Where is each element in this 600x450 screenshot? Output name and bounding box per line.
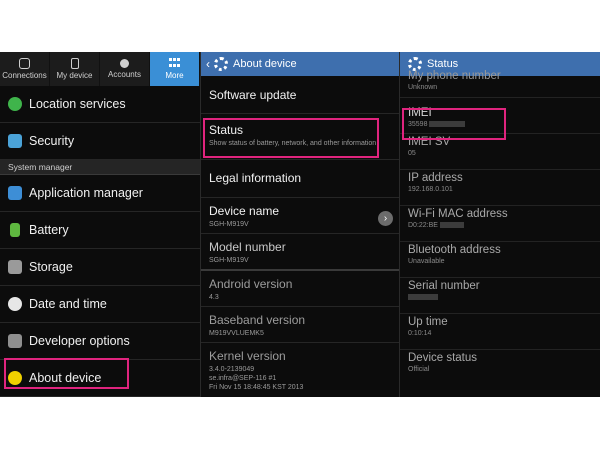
redacted-bar [408,294,438,301]
tab-accounts[interactable]: Accounts [100,52,150,86]
connections-icon [19,58,30,69]
highlight-about-device [4,358,129,389]
menu-item-date-and-time[interactable]: Date and time [0,286,200,323]
item-android-version: Android version 4.3 [201,271,399,307]
tab-more[interactable]: More [150,52,200,86]
item-subtitle: Fri Nov 15 18:48:45 KST 2013 [209,384,304,391]
item-title: Device status [408,352,478,364]
item-title: Wi-Fi MAC address [408,208,508,220]
lock-icon [8,134,22,148]
item-up-time: Up time 0:10:14 [400,314,600,350]
item-legal-information[interactable]: Legal information [201,160,399,198]
item-baseband-version: Baseband version M919VVLUEMK5 [201,307,399,343]
item-title: Android version [209,277,293,291]
tab-label: Accounts [108,70,141,79]
item-title: Software update [209,88,297,102]
item-kernel-version: Kernel version 3.4.0-2139049 se.infra@SE… [201,343,399,391]
item-subtitle: SGH-M919V [209,221,249,228]
chevron-right-icon[interactable]: › [378,211,393,226]
item-title: Baseband version [209,313,306,327]
tab-label: Connections [2,71,47,80]
item-subtitle: 192.168.0.101 [408,186,453,193]
menu-item-label: Storage [29,260,73,274]
about-device-panel: ‹ About device Software update Status Sh… [201,52,399,397]
menu-item-security[interactable]: Security [0,123,200,160]
item-subtitle: Official [408,366,430,373]
menu-item-application-manager[interactable]: Application manager [0,175,200,212]
settings-tab-bar: Connections My device Accounts More [0,52,200,86]
menu-item-location-services[interactable]: Location services [0,86,200,123]
item-subtitle: Unknown [408,84,438,91]
item-title: IP address [408,172,463,184]
item-wifi-mac-address: Wi-Fi MAC address D0:22:BE [400,206,600,242]
item-device-status: Device status Official [400,350,600,386]
item-subtitle: D0:22:BE [408,222,592,229]
item-title: Bluetooth address [408,244,501,256]
tab-label: More [165,71,184,80]
back-chevron-icon[interactable]: ‹ [206,57,210,71]
menu-item-battery[interactable]: Battery [0,212,200,249]
clock-icon [8,297,22,311]
highlight-imei [402,108,506,140]
item-subtitle: 4.3 [209,294,219,301]
item-serial-number: Serial number [400,278,600,314]
grid-icon [169,58,180,69]
item-subtitle: Unavailable [408,258,445,265]
item-subtitle: 05 [408,150,416,157]
item-title: My phone number [408,70,501,82]
menu-item-label: Date and time [29,297,107,311]
item-subtitle: 3.4.0-2139049 [209,366,255,373]
item-subtitle: 0:10:14 [408,330,432,337]
status-panel: Status My phone number Unknown IMEI 3559… [400,52,600,397]
menu-item-label: Location services [29,97,126,111]
screenshot-frame: Connections My device Accounts More Loca… [0,52,600,397]
menu-item-label: Application manager [29,186,143,200]
page-title: Status [427,58,459,70]
item-software-update[interactable]: Software update [201,76,399,114]
item-subtitle: SGH-M919V [209,257,249,264]
menu-item-label: Battery [29,223,69,237]
item-my-phone-number: My phone number Unknown [400,70,600,98]
highlight-status [203,118,379,158]
battery-icon [10,223,20,237]
storage-icon [8,260,22,274]
item-title: Up time [408,316,448,328]
about-device-header: ‹ About device [201,52,399,76]
location-icon [8,97,22,111]
item-subtitle: se.infra@SEP-116 #1 [209,375,277,382]
menu-item-developer-options[interactable]: Developer options [0,323,200,360]
menu-item-storage[interactable]: Storage [0,249,200,286]
item-title: Serial number [408,280,480,292]
item-title: Model number [209,240,286,254]
item-subtitle: M919VVLUEMK5 [209,330,264,337]
settings-more-panel: Connections My device Accounts More Loca… [0,52,200,397]
tab-my-device[interactable]: My device [50,52,100,86]
section-header-system-manager: System manager [0,160,200,175]
item-ip-address: IP address 192.168.0.101 [400,170,600,206]
key-icon [120,59,129,68]
tab-connections[interactable]: Connections [0,52,50,86]
menu-item-label: Security [29,134,75,148]
page-title: About device [233,58,297,70]
item-title: Legal information [209,171,302,185]
gear-icon [408,57,422,71]
item-device-name[interactable]: Device name SGH-M919V › [201,198,399,234]
redacted-bar [439,222,464,229]
item-title: Device name [209,204,280,218]
tab-label: My device [56,71,93,80]
mac-value: D0:22:BE [408,222,438,229]
developer-icon [8,334,22,348]
apps-icon [8,186,22,200]
item-subtitle [408,294,592,301]
phone-icon [70,58,79,69]
menu-item-label: Developer options [29,334,130,348]
gear-icon [214,57,228,71]
item-title: Kernel version [209,349,286,363]
item-model-number: Model number SGH-M919V [201,234,399,271]
item-bluetooth-address: Bluetooth address Unavailable [400,242,600,278]
